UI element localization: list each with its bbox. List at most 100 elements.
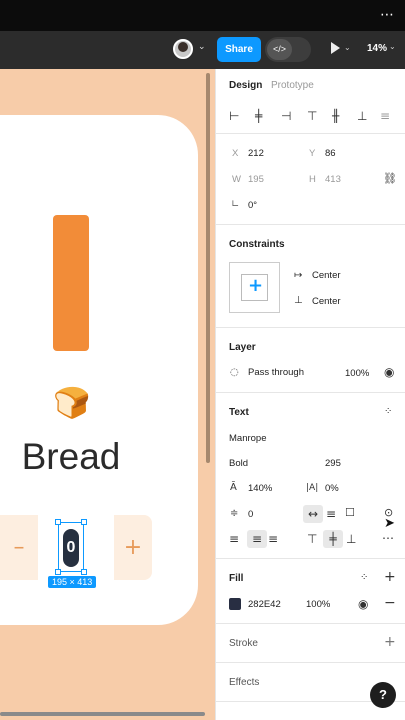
more-text-options-icon[interactable]: ⋯ (382, 531, 394, 545)
text-title: Text (229, 407, 249, 418)
distribute-icon[interactable]: ≡ (380, 109, 390, 123)
size-badge: 195 × 413 (48, 576, 97, 588)
text-align-left-icon[interactable]: ≡ (229, 532, 239, 546)
align-right-icon[interactable]: ⊣ (281, 109, 291, 123)
help-button[interactable]: ? (370, 682, 396, 708)
canvas[interactable]: 🍞 Bread – + 0 195 × 413 (0, 69, 215, 720)
font-size-input[interactable]: 295 (325, 458, 341, 469)
toolbar: ⌄ Share </> ⌄ 14% ⌄ (0, 31, 405, 69)
text-styles-icon[interactable]: ⁘ (384, 405, 392, 419)
top-bar: ⋯ (0, 0, 405, 31)
resize-handle[interactable] (81, 569, 87, 575)
rotation-icon: ∟ (231, 199, 240, 210)
fixed-size-icon[interactable]: ☐ (345, 506, 355, 520)
selection-box[interactable] (55, 519, 87, 575)
code-icon: </> (267, 39, 292, 60)
vertical-scrollbar[interactable] (206, 73, 210, 463)
auto-height-icon[interactable]: ≡ (326, 507, 336, 521)
paragraph-spacing-icon: ≑ (230, 508, 239, 519)
text-align-middle-icon[interactable]: ╪ (323, 530, 343, 548)
alignment-section: ⊢ ╪ ⊣ ⊤ ╫ ⊥ ≡ (216, 100, 405, 134)
orange-bar[interactable] (53, 215, 89, 351)
auto-width-icon[interactable]: ↔ (303, 505, 323, 523)
fill-hex-input[interactable]: 282E42 (248, 599, 281, 610)
horizontal-constraint-icon: ↦ (294, 270, 303, 281)
horizontal-constraint-select[interactable]: Center (312, 270, 341, 281)
position-section: X 212 Y 86 W 195 H 413 ⛓ ∟ 0° (216, 134, 405, 225)
line-height-icon: Ā (230, 482, 237, 493)
vertical-constraint-select[interactable]: Center (312, 296, 341, 307)
dev-mode-toggle[interactable]: </> (265, 37, 311, 62)
line-height-input[interactable]: 140% (248, 483, 272, 494)
resize-handle[interactable] (81, 519, 87, 525)
h-label: H (309, 174, 316, 185)
fill-section: Fill ⁘ + 282E42 100% ◉ − (216, 559, 405, 624)
constraints-widget[interactable]: + (229, 262, 280, 313)
fill-visibility-icon[interactable]: ◉ (358, 597, 368, 611)
plus-icon: + (248, 275, 264, 296)
y-label: Y (309, 148, 316, 159)
w-label: W (232, 174, 241, 185)
layer-section: Layer ◌ Pass through 100% ◉ (216, 328, 405, 393)
eye-icon[interactable]: ◉ (384, 365, 394, 379)
constraints-section: Constraints + ↦ Center ⊥ Center (216, 225, 405, 328)
add-stroke-icon[interactable]: + (384, 635, 396, 649)
rotation-input[interactable]: 0° (248, 200, 257, 211)
fill-opacity-input[interactable]: 100% (306, 599, 330, 610)
w-input[interactable]: 195 (248, 174, 264, 185)
cursor-icon: ➤ (384, 516, 395, 531)
layer-title: Layer (229, 342, 256, 353)
horizontal-scrollbar[interactable] (0, 712, 205, 716)
font-weight-select[interactable]: Bold (229, 458, 248, 469)
avatar[interactable] (173, 39, 193, 59)
effects-title: Effects (229, 677, 260, 688)
play-icon[interactable] (331, 42, 340, 54)
vertical-constraint-icon: ⊥ (294, 295, 303, 306)
zoom-level[interactable]: 14% (367, 43, 387, 54)
stroke-section: Stroke + (216, 624, 405, 663)
x-input[interactable]: 212 (248, 148, 264, 159)
chevron-down-icon[interactable]: ⌄ (198, 42, 206, 52)
zoom-chevron-icon[interactable]: ⌄ (389, 42, 396, 51)
align-horizontal-center-icon[interactable]: ╪ (255, 109, 262, 123)
product-name: Bread (21, 436, 121, 477)
align-vertical-center-icon[interactable]: ╫ (332, 109, 339, 123)
resize-handle[interactable] (55, 519, 61, 525)
letter-spacing-input[interactable]: 0% (325, 483, 339, 494)
letter-spacing-icon: |A| (306, 483, 319, 493)
more-options-icon[interactable]: ⋯ (380, 7, 394, 23)
tab-design[interactable]: Design (229, 80, 262, 91)
text-align-top-icon[interactable]: ⊤ (307, 532, 317, 546)
align-bottom-icon[interactable]: ⊥ (357, 109, 367, 123)
tab-prototype[interactable]: Prototype (271, 80, 314, 91)
font-family-select[interactable]: Manrope (229, 433, 267, 444)
share-button[interactable]: Share (217, 37, 261, 62)
text-align-right-icon[interactable]: ≡ (268, 532, 278, 546)
text-align-center-icon[interactable]: ≡ (247, 530, 267, 548)
text-align-bottom-icon[interactable]: ⊥ (346, 532, 356, 546)
y-input[interactable]: 86 (325, 148, 336, 159)
blend-mode-select[interactable]: Pass through (248, 367, 304, 378)
paragraph-spacing-input[interactable]: 0 (248, 509, 253, 520)
layer-opacity[interactable]: 100% (345, 368, 369, 379)
fill-title: Fill (229, 573, 244, 584)
properties-panel: Design Prototype ⊢ ╪ ⊣ ⊤ ╫ ⊥ ≡ X 212 Y 8… (215, 69, 405, 720)
decrement-button[interactable]: – (0, 515, 38, 580)
constraints-title: Constraints (229, 239, 285, 250)
fill-swatch[interactable] (229, 598, 241, 610)
blend-mode-icon: ◌ (230, 367, 239, 378)
stroke-title: Stroke (229, 638, 258, 649)
resize-handle[interactable] (55, 569, 61, 575)
bread-emoji: 🍞 (53, 386, 91, 421)
align-left-icon[interactable]: ⊢ (229, 109, 239, 123)
constrain-proportions-icon[interactable]: ⛓ (383, 172, 397, 186)
remove-fill-icon[interactable]: − (384, 596, 396, 610)
increment-button[interactable]: + (114, 515, 152, 580)
fill-styles-icon[interactable]: ⁘ (360, 571, 368, 585)
play-chevron-icon[interactable]: ⌄ (344, 43, 351, 52)
align-top-icon[interactable]: ⊤ (307, 109, 317, 123)
h-input[interactable]: 413 (325, 174, 341, 185)
text-section: Text ⁘ Manrope Bold 295 Ā 140% |A| 0% ≑ … (216, 393, 405, 559)
x-label: X (232, 148, 239, 159)
add-fill-icon[interactable]: + (384, 570, 396, 584)
